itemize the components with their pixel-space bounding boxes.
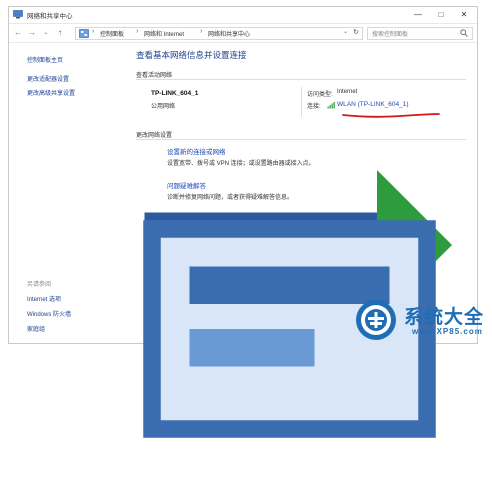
change-network-settings-heading: 更改网络设置 [136, 133, 173, 139]
connections-label: 连接: [307, 104, 321, 110]
sidebar: 控制面板主页 更改适配器设置 更改高级共享设置 另请参阅 Internet 选项… [9, 43, 127, 343]
back-button[interactable]: ← [13, 27, 23, 39]
divider [136, 139, 466, 140]
page-title: 查看基本网络信息并设置连接 [136, 50, 247, 60]
search-placeholder: 搜索控制面板 [372, 32, 409, 38]
divider [136, 79, 466, 80]
sidebar-item-control-panel-home[interactable]: 控制面板主页 [27, 55, 63, 64]
sidebar-item-internet-options[interactable]: Internet 选项 [27, 294, 61, 303]
sidebar-item-windows-firewall[interactable]: Windows 防火墙 [27, 309, 71, 318]
see-also-heading: 另请参阅 [27, 282, 52, 288]
troubleshoot-link[interactable]: 问题疑难解答 [167, 180, 206, 190]
forward-button[interactable]: → [27, 27, 37, 39]
minimize-button[interactable]: — [407, 8, 429, 21]
network-center-icon [13, 10, 23, 19]
network-type: 公用网络 [151, 104, 176, 110]
active-networks-heading: 查看活动网络 [136, 73, 173, 79]
breadcrumb-network-internet[interactable]: 网络和 Internet [144, 29, 184, 38]
refresh-icon[interactable]: ↻ [353, 28, 359, 36]
close-button[interactable]: ✕ [453, 8, 475, 21]
breadcrumb-separator: › [136, 28, 139, 35]
wifi-signal-icon [327, 102, 335, 109]
access-type-value: Internet [337, 89, 358, 95]
breadcrumb-control-panel[interactable]: 控制面板 [100, 29, 124, 38]
watermark: 系统大全 www.XP85.com [346, 296, 492, 344]
red-underline-annotation [342, 113, 440, 118]
window: 网络和共享中心 — □ ✕ ← → ⌄ ↑ › 控制面板 › 网络和 Inter… [8, 6, 478, 438]
access-type-label: 访问类型: [307, 92, 333, 98]
address-dropdown-icon[interactable]: ⌄ [343, 28, 348, 35]
control-panel-icon [79, 29, 89, 38]
sidebar-item-change-adapter-settings[interactable]: 更改适配器设置 [27, 74, 69, 83]
breadcrumb-network-sharing-center[interactable]: 网络和共享中心 [208, 29, 250, 38]
watermark-url: www.XP85.com [412, 327, 483, 336]
window-title: 网络和共享中心 [27, 13, 73, 20]
watermark-logo-icon [356, 300, 396, 340]
breadcrumb-separator: › [92, 28, 95, 35]
breadcrumb-separator: › [200, 28, 203, 35]
divider [301, 87, 302, 117]
recent-locations-button[interactable]: ⌄ [41, 27, 51, 39]
setup-new-connection-description: 设置宽带、拨号或 VPN 连接；或设置路由器或接入点。 [167, 161, 315, 167]
connection-link[interactable]: WLAN (TP-LINK_604_1) [337, 101, 409, 108]
search-icon [460, 29, 468, 37]
title-bar: 网络和共享中心 — □ ✕ [9, 7, 477, 24]
search-box[interactable]: 搜索控制面板 [367, 27, 473, 40]
network-name: TP-LINK_604_1 [151, 90, 199, 97]
navigation-bar: ← → ⌄ ↑ › 控制面板 › 网络和 Internet › 网络和共享中心 … [9, 24, 477, 43]
watermark-text: 系统大全 [404, 307, 485, 328]
sidebar-item-change-advanced-sharing[interactable]: 更改高级共享设置 [27, 88, 75, 97]
up-button[interactable]: ↑ [55, 27, 65, 39]
sidebar-item-homegroup[interactable]: 家庭组 [27, 324, 45, 333]
maximize-button[interactable]: □ [430, 8, 452, 21]
address-bar[interactable]: › 控制面板 › 网络和 Internet › 网络和共享中心 ⌄ ↻ [75, 27, 363, 40]
setup-new-connection-link[interactable]: 设置新的连接或网络 [167, 146, 226, 156]
troubleshoot-description: 诊断并修复网络问题，或者获得疑难解答信息。 [167, 195, 294, 201]
